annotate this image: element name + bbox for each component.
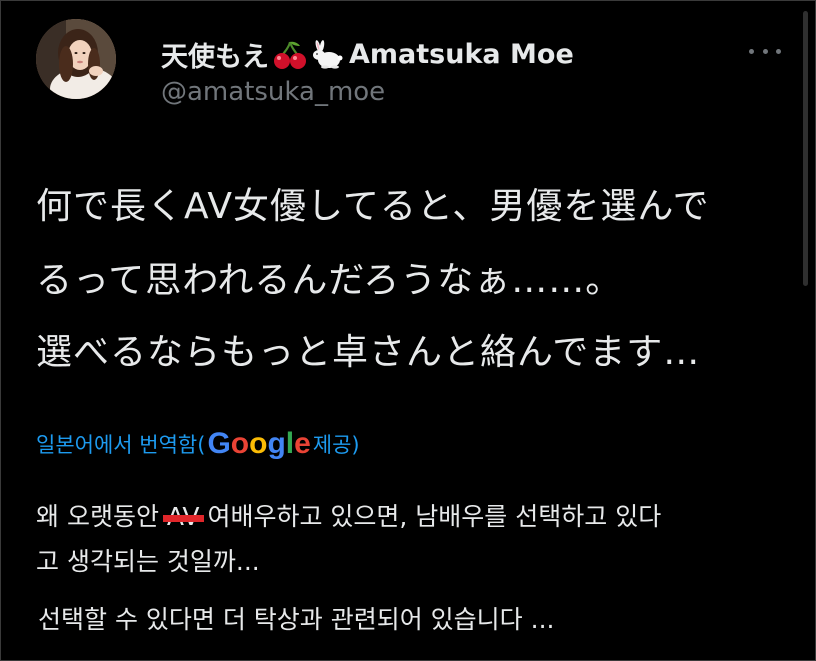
redacted-word: AV [162, 502, 204, 531]
avatar-photo [36, 19, 116, 99]
google-letter: o [230, 427, 250, 460]
avatar[interactable] [36, 19, 116, 99]
tweet-text-line: るって思われるんだろうなぁ……。 [36, 260, 623, 301]
translation-label-prefix: 일본어에서 번역함( [36, 433, 206, 457]
display-name[interactable]: 天使もえ Amatsuka Moe [161, 35, 574, 74]
more-options-icon[interactable] [749, 41, 781, 61]
tweet-text-line: 選べるならもっと卓さんと絡んでます… [36, 332, 701, 373]
google-letter: l [285, 427, 295, 460]
scrollbar[interactable] [803, 11, 808, 286]
more-dot [776, 48, 781, 54]
translated-text-line: 고 생각되는 것일까... [36, 547, 260, 576]
google-letter: g [267, 427, 286, 460]
more-dot [762, 48, 768, 54]
display-name-suffix: Amatsuka Moe [349, 39, 574, 70]
translated-text-line: 선택할 수 있다면 더 탁상과 관련되어 있습니다 ... [38, 605, 555, 634]
user-handle[interactable]: @amatsuka_moe [161, 77, 385, 107]
google-letter: G [207, 427, 231, 460]
translation-label-suffix: 제공) [312, 433, 360, 457]
google-letter: e [294, 427, 311, 460]
translation-attribution[interactable]: 일본어에서 번역함( G o o g l e 제공) [36, 427, 360, 461]
tweet-text-line: 何で長くAV女優してると、男優を選んで [36, 186, 710, 227]
translated-text-line: 왜 오랫동안 AV 여배우하고 있으면, 남배우를 선택하고 있다 [36, 497, 661, 533]
google-logo: G o o g l e [207, 427, 310, 461]
tweet-card: 天使もえ Amatsuka Moe @amatsuka_moe 何で長くAV女優… [0, 0, 816, 661]
display-name-prefix: 天使もえ [161, 42, 269, 73]
rabbit-icon [311, 39, 345, 70]
red-strike-mark [162, 514, 204, 522]
cherry-icon [273, 40, 307, 70]
translated-text-part: 여배우하고 있으면, 남배우를 선택하고 있다 [199, 502, 662, 531]
google-letter: o [249, 427, 268, 460]
more-dot [749, 48, 754, 54]
translated-text-part: 왜 오랫동안 [36, 502, 167, 531]
